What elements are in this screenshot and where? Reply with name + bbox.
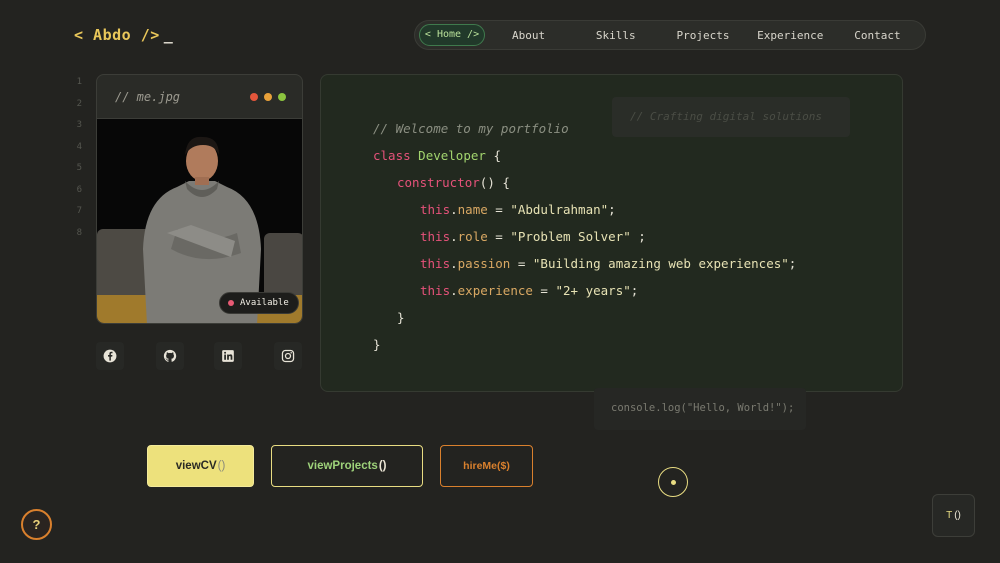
nav-skills[interactable]: Skills [572,29,659,42]
code-this: this [420,229,451,244]
github-icon [163,349,177,362]
view-projects-button[interactable]: viewProjects() [271,445,423,487]
code-string: "Abdulrahman" [510,202,609,217]
line-numbers: 1 2 3 4 5 6 7 8 [70,72,82,244]
window-dot-green [278,92,286,101]
line-number: 8 [76,227,82,238]
help-icon: ? [32,517,41,532]
window-controls [250,92,286,101]
code-line: this.role = "Problem Solver" ; [373,223,796,250]
code-line: } [373,304,796,331]
code-brace: { [493,148,501,163]
button-label: viewProjects [307,460,378,472]
main-nav: < Home /> About Skills Projects Experien… [414,20,926,50]
code-line: this.name = "Abdulrahman"; [373,196,796,223]
line-number: 7 [76,206,82,216]
logo-text: < Abdo /> [74,26,160,44]
line-number: 3 [76,120,82,130]
code-punct: ; [630,229,646,244]
line-number: 2 [76,98,82,109]
code-comment: // Welcome to my portfolio [373,121,569,136]
code-this: this [420,283,451,298]
nav-contact[interactable]: Contact [834,29,921,42]
nav-projects[interactable]: Projects [659,29,746,42]
line-number: 1 [76,77,82,87]
code-property: role [457,229,488,244]
code-block: // Welcome to my portfolio class Develop… [373,115,796,358]
window-dot-yellow [264,92,272,101]
code-string: "2+ years" [555,283,631,298]
code-punct: . [450,256,458,271]
nav-experience[interactable]: Experience [747,29,834,42]
code-line: this.passion = "Building amazing web exp… [373,250,796,277]
scroll-indicator[interactable] [658,467,688,497]
code-property: passion [457,256,511,271]
theme-label: T [946,510,953,521]
nav-home[interactable]: < Home /> [419,24,485,46]
code-keyword: class [373,148,411,163]
code-line: } [373,331,796,358]
code-punct: () { [479,175,510,190]
hire-me-button[interactable]: hireMe($) [440,445,533,487]
status-dot [228,300,234,306]
code-punct: ; [630,283,639,298]
code-punct: = [487,202,511,217]
github-link[interactable] [156,342,184,370]
profile-card-header: // me.jpg [97,75,302,119]
code-property: experience [457,283,533,298]
site-logo[interactable]: < Abdo /> _ [74,26,173,44]
code-punct: = [487,229,511,244]
button-parens: () [217,460,226,472]
code-punct: ; [788,256,797,271]
facebook-icon [103,349,117,363]
code-line: this.experience = "2+ years"; [373,277,796,304]
line-number: 5 [76,163,82,173]
linkedin-icon [222,350,234,362]
code-punct: = [532,283,556,298]
instagram-icon [281,349,295,363]
floating-console: console.log("Hello, World!"); [594,388,806,430]
code-brace: } [397,310,405,325]
code-line: class Developer { [373,142,796,169]
instagram-link[interactable] [274,342,302,370]
code-punct: = [510,256,533,271]
line-number: 4 [76,141,82,152]
logo-cursor: _ [163,26,174,44]
floating-tagline: // Crafting digital solutions [612,97,850,137]
button-label: viewCV [175,460,217,472]
code-punct: . [450,202,458,217]
view-cv-button[interactable]: viewCV() [147,445,254,487]
social-links [96,342,306,370]
code-line: constructor() { [373,169,796,196]
code-string: "Building amazing web experiences" [532,256,789,271]
linkedin-link[interactable] [214,342,242,370]
availability-label: Available [240,298,289,308]
nav-about[interactable]: About [485,29,572,42]
code-this: this [420,256,451,271]
code-this: this [420,202,451,217]
help-button[interactable]: ? [21,509,52,540]
code-property: name [457,202,488,217]
code-string: "Problem Solver" [510,229,631,244]
line-number: 6 [76,184,82,195]
code-punct: . [450,283,458,298]
code-constructor: constructor [397,175,480,190]
profile-card: // me.jpg Available [96,74,303,324]
theme-parens: () [954,510,961,521]
facebook-link[interactable] [96,342,124,370]
code-punct: ; [608,202,616,217]
code-class-name: Developer [418,148,486,163]
button-label: hireMe($) [463,460,510,472]
profile-card-title: // me.jpg [115,89,181,104]
window-dot-red [250,92,258,101]
code-punct: . [450,229,458,244]
theme-toggle-button[interactable]: T() [932,494,975,537]
availability-badge: Available [219,292,299,314]
button-parens: () [378,460,387,472]
code-brace: } [373,337,381,352]
scroll-dot-icon [670,479,676,485]
